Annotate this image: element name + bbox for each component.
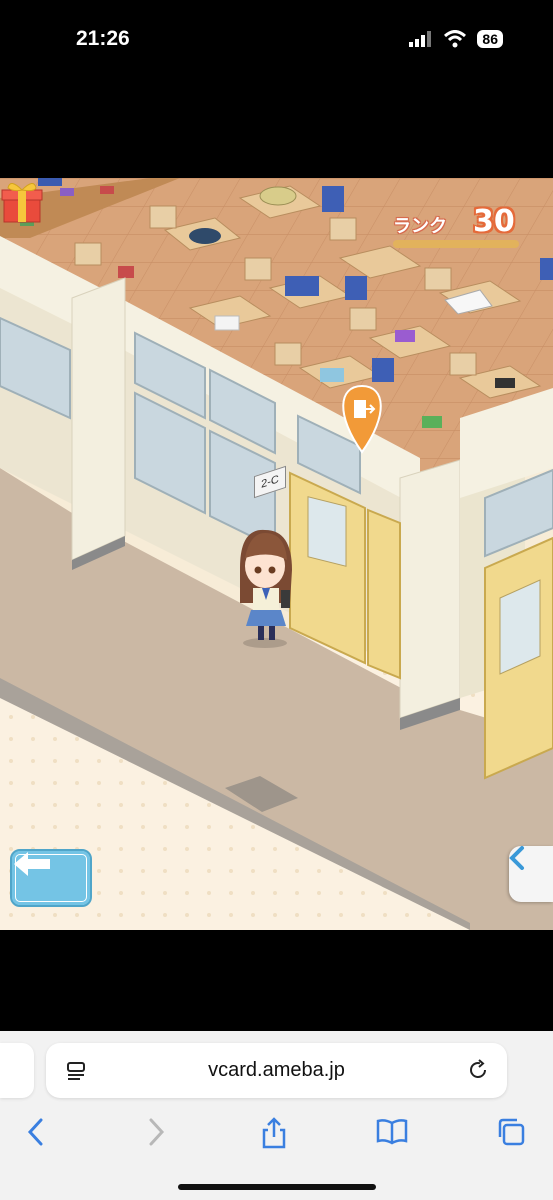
url-text: vcard.ameba.jp [208,1059,345,1081]
school-scene [0,178,553,930]
battery-icon: 86 [477,30,503,48]
back-icon[interactable] [25,1117,47,1147]
home-indicator [178,1184,376,1190]
forward-icon[interactable] [145,1117,167,1147]
share-icon[interactable] [260,1117,288,1149]
reload-icon[interactable] [467,1059,489,1081]
wifi-icon [444,30,467,48]
signal-icon [409,31,432,47]
browser-chrome: vcard.ameba.jp [0,1031,553,1200]
status-icons: 86 [409,30,503,48]
game-view[interactable]: ランク 30 2-C [0,178,553,930]
chevron-left-icon [509,846,524,870]
bookmarks-icon[interactable] [376,1117,408,1145]
previous-tab[interactable] [0,1043,34,1098]
rank-value: 30 [473,204,515,239]
rank-display: ランク 30 [393,204,519,248]
tabs-icon[interactable] [496,1117,526,1147]
back-button[interactable] [10,849,92,907]
gift-icon[interactable] [0,178,44,224]
browser-toolbar [0,1111,553,1155]
side-menu-tab[interactable] [509,846,553,902]
arrow-left-icon [14,852,50,876]
status-bar: 21:26 86 [0,0,553,80]
status-time: 21:26 [76,27,130,50]
rank-label: ランク [393,216,447,237]
address-bar[interactable]: vcard.ameba.jp [46,1043,507,1098]
rank-progress-bar [393,240,519,248]
